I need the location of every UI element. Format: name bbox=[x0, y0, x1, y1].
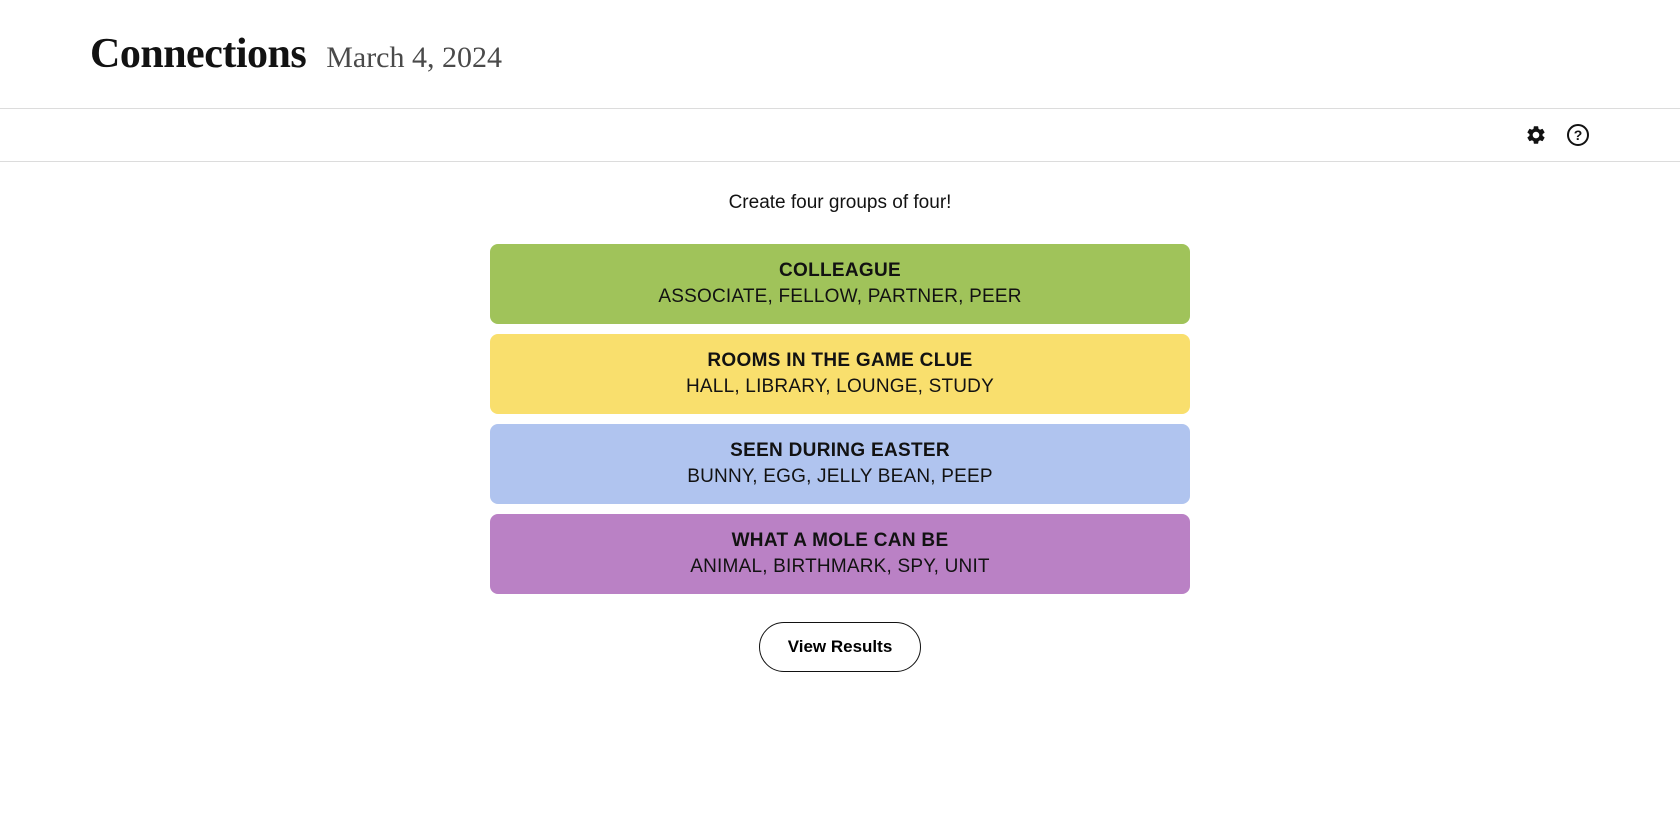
settings-button[interactable] bbox=[1524, 123, 1548, 147]
group-words: BUNNY, EGG, JELLY BEAN, PEEP bbox=[500, 466, 1180, 488]
solved-group-purple: WHAT A MOLE CAN BE ANIMAL, BIRTHMARK, SP… bbox=[490, 514, 1190, 594]
view-results-button[interactable]: View Results bbox=[759, 622, 922, 672]
help-button[interactable]: ? bbox=[1566, 123, 1590, 147]
gear-icon bbox=[1525, 124, 1547, 146]
group-category: COLLEAGUE bbox=[500, 260, 1180, 282]
toolbar: ? bbox=[0, 108, 1680, 162]
solved-group-green: COLLEAGUE ASSOCIATE, FELLOW, PARTNER, PE… bbox=[490, 244, 1190, 324]
group-category: ROOMS IN THE GAME CLUE bbox=[500, 350, 1180, 372]
solved-group-yellow: ROOMS IN THE GAME CLUE HALL, LIBRARY, LO… bbox=[490, 334, 1190, 414]
group-words: ASSOCIATE, FELLOW, PARTNER, PEER bbox=[500, 286, 1180, 308]
game-title: Connections bbox=[90, 30, 306, 78]
group-category: SEEN DURING EASTER bbox=[500, 440, 1180, 462]
group-category: WHAT A MOLE CAN BE bbox=[500, 530, 1180, 552]
group-words: HALL, LIBRARY, LOUNGE, STUDY bbox=[500, 376, 1180, 398]
solved-group-blue: SEEN DURING EASTER BUNNY, EGG, JELLY BEA… bbox=[490, 424, 1190, 504]
help-icon: ? bbox=[1567, 124, 1589, 146]
solved-groups: COLLEAGUE ASSOCIATE, FELLOW, PARTNER, PE… bbox=[480, 244, 1200, 594]
game-board: Create four groups of four! COLLEAGUE AS… bbox=[480, 162, 1200, 702]
game-date: March 4, 2024 bbox=[326, 41, 502, 75]
group-words: ANIMAL, BIRTHMARK, SPY, UNIT bbox=[500, 556, 1180, 578]
page-header: Connections March 4, 2024 bbox=[0, 0, 1680, 108]
instruction-text: Create four groups of four! bbox=[480, 192, 1200, 214]
